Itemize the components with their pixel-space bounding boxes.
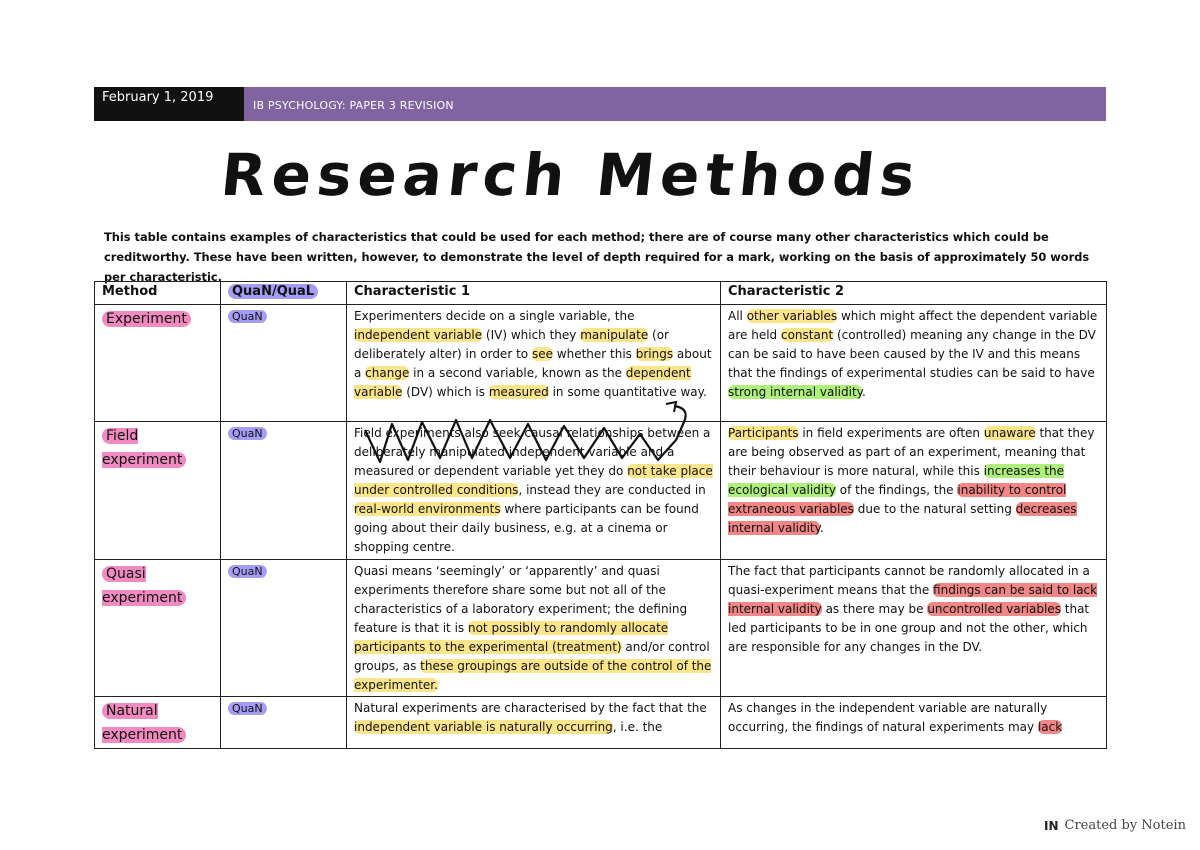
- type-cell: QuaN: [220, 696, 347, 749]
- cell-text: in a second variable, known as the: [409, 366, 626, 380]
- type-badge: QuaN: [228, 565, 267, 578]
- table-row: Experiment QuaN Experimenters decide on a …: [94, 304, 1107, 422]
- method-name: Quasi experiment: [102, 566, 187, 606]
- highlighted-text: independent variable: [354, 328, 483, 342]
- characteristic-1-cell: Experimenters decide on a single variabl…: [346, 304, 721, 422]
- characteristic-1-cell: Quasi means ‘seemingly’ or ‘apparently’ …: [346, 559, 721, 697]
- method-cell: Natural experiment: [94, 696, 221, 749]
- methods-table: Method QuaN/QuaL Characteristic 1 Charac…: [94, 281, 1107, 749]
- highlighted-text: strong internal validity: [728, 385, 863, 399]
- type-badge: QuaN: [228, 427, 267, 440]
- cell-text: Experimenters decide on a single variabl…: [354, 309, 635, 323]
- highlighted-text: measured: [488, 385, 549, 399]
- method-name: Natural experiment: [102, 703, 187, 743]
- cell-text: .: [862, 385, 866, 399]
- highlighted-text: constant: [780, 328, 834, 342]
- table-row: Quasi experiment QuaN Quasi means ‘seeming…: [94, 559, 1107, 697]
- highlighted-text: manipulate: [580, 328, 649, 342]
- highlighted-text: unaware: [983, 426, 1036, 440]
- cell-text: in field experiments are often: [798, 426, 984, 440]
- highlighted-text: independent variable is naturally occurr…: [354, 720, 613, 734]
- cell-text: , i.e. the: [612, 720, 663, 734]
- type-cell: QuaN: [220, 559, 347, 697]
- characteristic-2-cell: As changes in the independent variable a…: [720, 696, 1107, 749]
- highlighted-text: other variables: [746, 309, 838, 323]
- characteristic-1-cell: Field experiments also seek causal relat…: [346, 421, 721, 560]
- cell-text: (IV) which they: [482, 328, 581, 342]
- highlighted-text: see: [531, 347, 553, 361]
- type-header-label: QuaN/QuaL: [228, 284, 319, 299]
- characteristic-2-cell: All other variables which might affect t…: [720, 304, 1107, 422]
- footer-brand: IN Created by Notein: [1044, 818, 1186, 833]
- header-course-bar: IB PSYCHOLOGY: PAPER 3 REVISION: [244, 87, 1106, 121]
- table-header-row: Method QuaN/QuaL Characteristic 1 Charac…: [94, 281, 1107, 305]
- method-cell: Field experiment: [94, 421, 221, 560]
- cell-text: Natural experiments are characterised by…: [354, 701, 707, 715]
- type-cell: QuaN: [220, 304, 347, 422]
- cell-text: in some quantitative way.: [548, 385, 707, 399]
- cell-text: All: [728, 309, 747, 323]
- cell-text: .: [820, 521, 824, 535]
- footer-text: Created by Notein: [1064, 818, 1186, 833]
- method-name: Experiment: [102, 311, 191, 327]
- cell-text: , instead they are conducted in: [518, 483, 706, 497]
- cell-text: As changes in the independent variable a…: [728, 701, 1048, 734]
- table-row: Field experiment QuaN Field experiments al…: [94, 421, 1107, 560]
- type-cell: QuaN: [220, 421, 347, 560]
- page-title: Research Methods: [225, 141, 924, 209]
- method-cell: Experiment: [94, 304, 221, 422]
- highlighted-text: lack: [1037, 720, 1063, 734]
- cell-text: due to the natural setting: [853, 502, 1016, 516]
- method-name: Field experiment: [102, 428, 187, 468]
- cell-text: as there may be: [821, 602, 928, 616]
- highlighted-text: change: [365, 366, 410, 380]
- col-header-characteristic-1: Characteristic 1: [346, 281, 721, 305]
- header-date: February 1, 2019: [94, 87, 244, 121]
- col-header-type: QuaN/QuaL: [220, 281, 347, 305]
- characteristic-1-cell: Natural experiments are characterised by…: [346, 696, 721, 749]
- highlighted-text: Participants: [728, 426, 799, 440]
- characteristic-2-cell: The fact that participants cannot be ran…: [720, 559, 1107, 697]
- cell-text: whether this: [552, 347, 636, 361]
- type-badge: QuaN: [228, 310, 267, 323]
- cell-text: of the findings, the: [835, 483, 958, 497]
- characteristic-2-cell: Participants in field experiments are of…: [720, 421, 1107, 560]
- highlighted-text: brings: [635, 347, 674, 361]
- col-header-characteristic-2: Characteristic 2: [720, 281, 1107, 305]
- intro-paragraph: This table contains examples of characte…: [104, 230, 1090, 284]
- type-badge: QuaN: [228, 702, 267, 715]
- col-header-method: Method: [94, 281, 221, 305]
- cell-text: (DV) which is: [402, 385, 489, 399]
- notein-logo-icon: IN: [1044, 818, 1059, 833]
- page-title-text: Research Methods: [225, 141, 924, 209]
- method-cell: Quasi experiment: [94, 559, 221, 697]
- highlighted-text: uncontrolled variables: [927, 602, 1061, 616]
- table-row: Natural experiment QuaN Natural experiment…: [94, 696, 1107, 749]
- highlighted-text: real-world environments: [354, 502, 501, 516]
